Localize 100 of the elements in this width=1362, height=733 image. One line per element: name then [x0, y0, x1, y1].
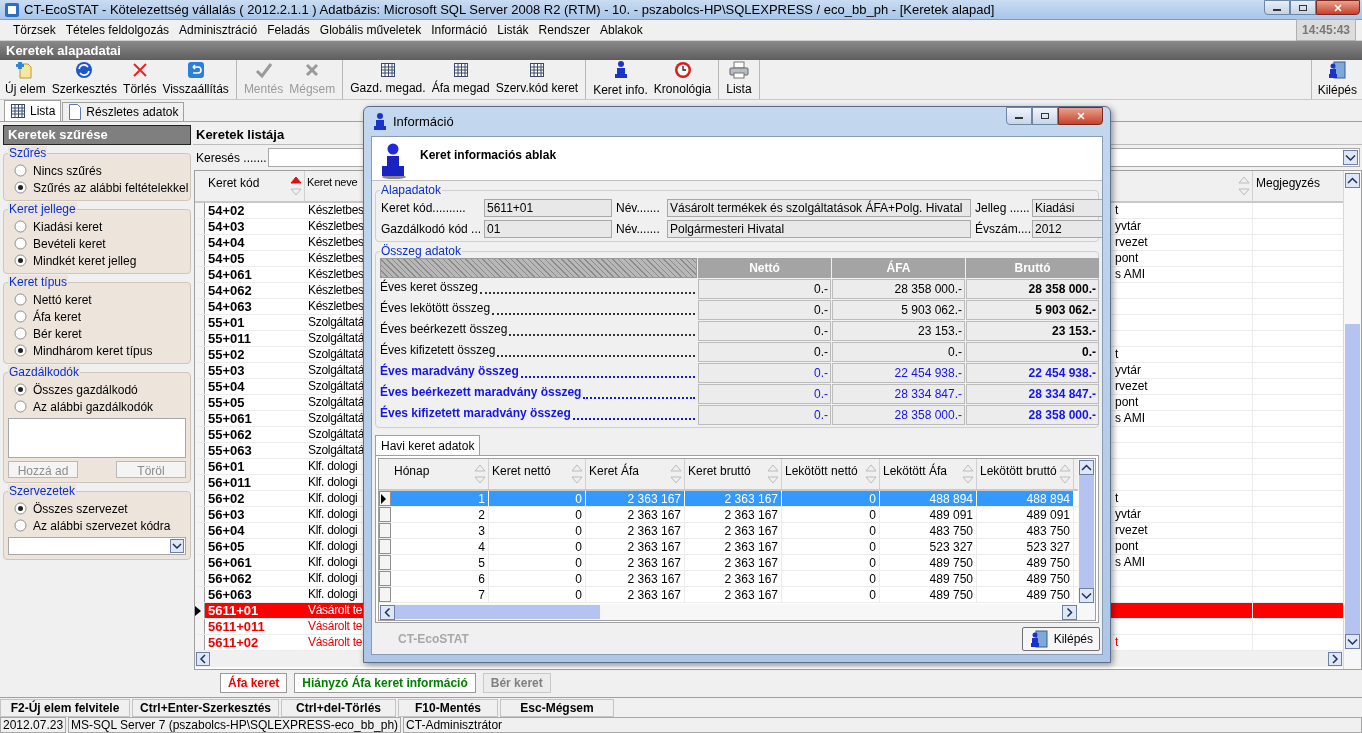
toolbar-button[interactable]: Lista: [723, 60, 755, 99]
close-icon: [1333, 3, 1343, 12]
toolbar-button[interactable]: Kronológia: [650, 60, 715, 99]
menu-item[interactable]: Rendszer: [533, 21, 595, 39]
toolbar-button[interactable]: Keret info.: [590, 60, 651, 99]
field-label: Név.......: [615, 199, 661, 217]
table-cell-text: 56+062: [207, 571, 253, 586]
maximize-button[interactable]: [1032, 107, 1058, 125]
exit-button[interactable]: Kilépés: [1310, 60, 1360, 99]
toolbar-button[interactable]: Áfa megad: [428, 60, 493, 99]
row-label: Éves beérkezett maradvány összeg: [380, 383, 583, 401]
menu-item[interactable]: Tételes feldolgozás: [60, 21, 175, 39]
row-selector[interactable]: [195, 603, 205, 618]
table-cell-text: Szolgáltatá: [307, 379, 362, 394]
menu-item[interactable]: Törzsek: [8, 21, 61, 39]
exit-button[interactable]: Kilépés: [1021, 626, 1100, 651]
radio-option[interactable]: Az alábbi gazdálkodók: [8, 398, 186, 415]
radio-option[interactable]: Mindkét keret jelleg: [8, 252, 186, 269]
minimize-button[interactable]: [1264, 0, 1290, 15]
table-cell: 0: [782, 587, 880, 602]
close-button[interactable]: [1316, 0, 1360, 15]
maximize-button[interactable]: [1290, 0, 1316, 15]
menu-item[interactable]: Információ: [426, 21, 493, 39]
table-cell: t: [1115, 203, 1253, 218]
radio-option[interactable]: Az alábbi szervezet kódra: [8, 517, 186, 534]
scroll-down-icon: [1345, 634, 1360, 649]
menu-item[interactable]: Listák: [492, 21, 534, 39]
list-box[interactable]: [8, 418, 186, 458]
status-field: 2012.07.23: [0, 717, 67, 733]
sort-icon: [571, 462, 583, 486]
menu-item[interactable]: Globális műveletek: [314, 21, 427, 39]
column-header[interactable]: Keret nettó: [489, 459, 586, 489]
toolbar-button[interactable]: Törlés: [120, 60, 160, 99]
table-cell: 0: [782, 523, 880, 538]
toolbar-button[interactable]: Szerkesztés: [48, 60, 121, 99]
toolbar-button[interactable]: Szerv.kód keret: [492, 60, 582, 99]
view-tab[interactable]: Részletes adatok: [62, 102, 185, 121]
row-selector[interactable]: [379, 491, 391, 506]
radio-option[interactable]: Nincs szűrés: [8, 162, 186, 179]
toolbar-button[interactable]: Gazd. megad.: [347, 60, 429, 99]
close-button[interactable]: [1058, 107, 1103, 125]
app-icon: [4, 1, 20, 18]
column-header[interactable]: Keret kód: [205, 171, 305, 201]
column-header[interactable]: Lekötött Áfa: [880, 459, 977, 489]
vertical-scrollbar[interactable]: [1343, 171, 1361, 669]
filter-button[interactable]: Áfa keret: [220, 672, 288, 693]
minimize-button[interactable]: [1006, 107, 1032, 125]
scrollbar-thumb[interactable]: [1079, 475, 1094, 588]
table-cell-text: 55+062: [207, 427, 253, 442]
scrollbar-thumb[interactable]: [1345, 324, 1360, 634]
view-tab[interactable]: Lista: [4, 100, 62, 121]
toolbar-button[interactable]: Új elem: [2, 60, 49, 99]
toolbar-button[interactable]: Visszaállítás: [159, 60, 232, 99]
radio-option[interactable]: Mindhárom keret típus: [8, 342, 186, 359]
scrollbar-thumb[interactable]: [395, 605, 600, 619]
table-cell: 0: [782, 539, 880, 554]
row-label: Éves keret összeg: [380, 278, 480, 296]
radio-option[interactable]: Kiadási keret: [8, 218, 186, 235]
table-cell: 2 363 167: [586, 539, 685, 554]
table-cell: pont: [1115, 539, 1253, 554]
tab[interactable]: Havi keret adatok: [375, 435, 481, 455]
filter-button[interactable]: Hiányzó Áfa keret információ: [294, 672, 476, 693]
table-cell: 2: [391, 507, 489, 522]
table-cell-text: 54+063: [207, 299, 253, 314]
column-header[interactable]: Keret neve: [305, 171, 362, 201]
radio-option[interactable]: Bevételi keret: [8, 235, 186, 252]
exit-door-icon: [1028, 628, 1049, 649]
row-pointer-icon: [380, 493, 386, 504]
table-cell-text: Szolgáltatá: [307, 443, 362, 458]
horizontal-scrollbar[interactable]: [379, 604, 1078, 620]
row-label: Éves beérkezett összeg: [380, 320, 509, 338]
table-cell-text: Szolgáltatá: [307, 411, 362, 426]
table-cell: 0.-: [698, 321, 831, 341]
column-header[interactable]: Lekötött bruttó: [977, 459, 1074, 489]
footer-label: CT-EcoSTAT: [398, 630, 469, 648]
table-icon: [379, 62, 396, 78]
menu-item[interactable]: Adminisztráció: [174, 21, 263, 39]
shortcut-hint: Esc-Mégsem: [500, 699, 614, 717]
read-only-field: Vásárolt termékek és szolgáltatások ÁFA+Polg. Hivatal: [667, 198, 971, 217]
column-header[interactable]: Keret bruttó: [685, 459, 782, 489]
table-cell: t: [1115, 635, 1253, 650]
vertical-scrollbar[interactable]: [1078, 459, 1095, 620]
menu-item[interactable]: Feladás: [262, 21, 315, 39]
table-cell: 0: [489, 555, 586, 570]
radio-option[interactable]: Bér keret: [8, 325, 186, 342]
column-header[interactable]: Keret Áfa: [586, 459, 685, 489]
group-title: Keret típus: [8, 275, 69, 289]
column-header[interactable]: Lekötött nettó: [782, 459, 880, 489]
radio-option[interactable]: Áfa keret: [8, 308, 186, 325]
header-label: Keret bruttó: [688, 463, 751, 480]
table-cell: 2 363 167: [685, 539, 782, 554]
dropdown-field[interactable]: [8, 537, 186, 555]
column-header[interactable]: Hónap: [391, 459, 489, 489]
radio-option[interactable]: Összes szervezet: [8, 500, 186, 517]
radio-option[interactable]: Szűrés az alábbi feltételekkel: [8, 179, 186, 196]
radio-option[interactable]: Nettó keret: [8, 291, 186, 308]
column-header[interactable]: Megjegyzés: [1253, 171, 1343, 201]
menu-item[interactable]: Ablakok: [594, 21, 648, 39]
header-label: Lekötött nettó: [785, 463, 858, 480]
radio-option[interactable]: Összes gazdálkodó: [8, 381, 186, 398]
